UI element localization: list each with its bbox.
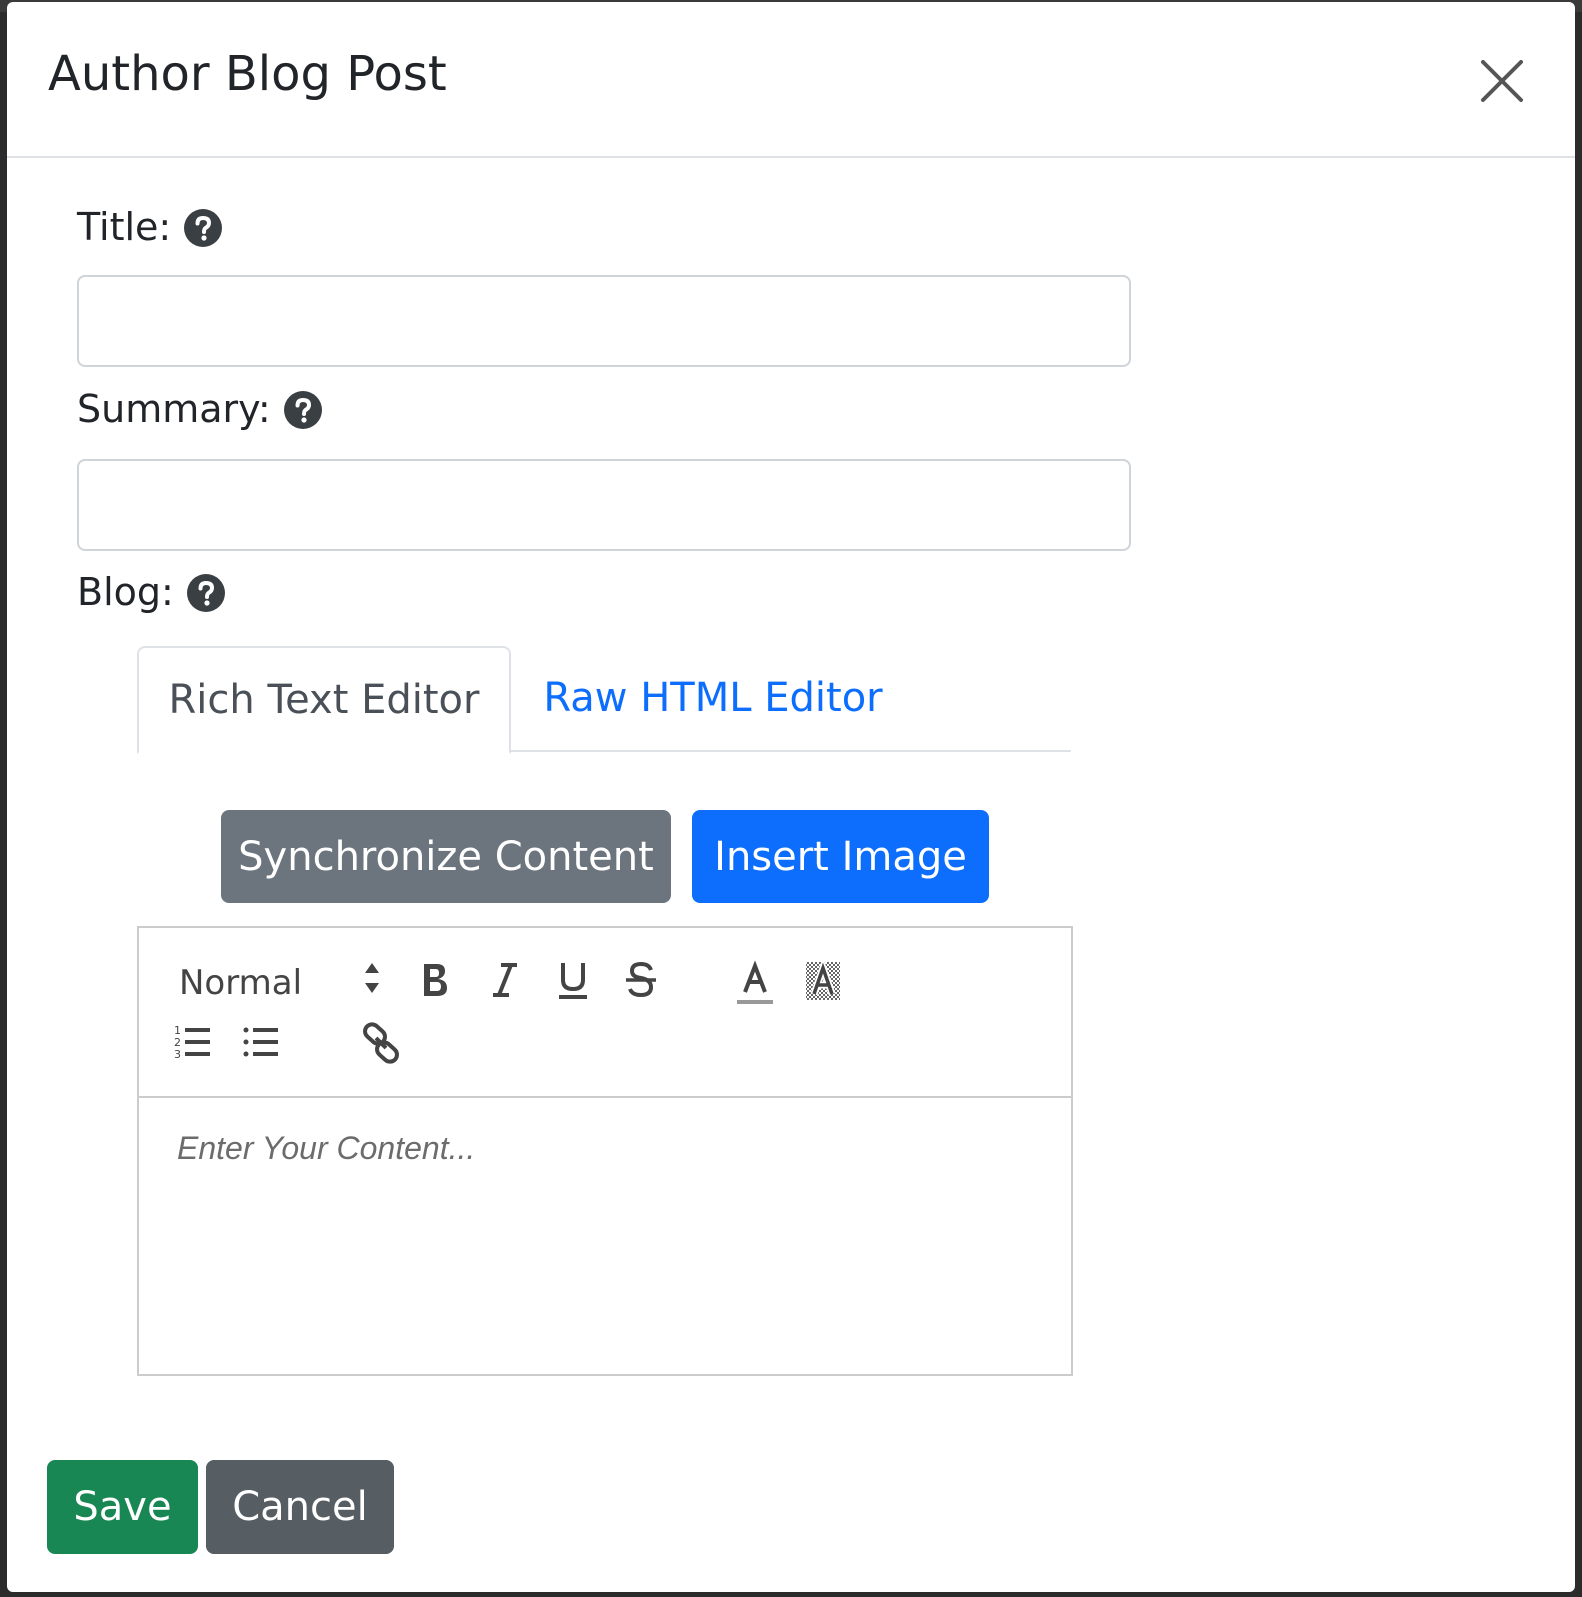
title-input[interactable] [77,275,1131,367]
blog-label: Blog: [77,570,226,616]
svg-text:3: 3 [174,1048,181,1061]
help-icon[interactable] [186,573,226,613]
ordered-list-icon[interactable]: 1 2 3 [173,1022,213,1062]
editor-content-area[interactable]: Enter Your Content... [139,1098,1071,1374]
summary-input[interactable] [77,459,1131,551]
italic-icon[interactable] [485,958,525,1002]
save-button[interactable]: Save [47,1460,198,1554]
format-select-value: Normal [179,963,303,1003]
tab-rich-text-editor[interactable]: Rich Text Editor [137,646,511,754]
editor-toolbar: Normal 1 2 3 [139,928,1071,1098]
editor-placeholder: Enter Your Content... [177,1130,476,1166]
modal-title: Author Blog Post [48,46,447,102]
bold-icon[interactable] [415,958,455,1002]
rich-text-editor: Normal 1 2 3 Enter Your Content... [137,926,1073,1376]
strikethrough-icon[interactable] [621,958,661,1002]
bullet-list-icon[interactable] [241,1022,281,1062]
cancel-button[interactable]: Cancel [206,1460,394,1554]
insert-image-button[interactable]: Insert Image [692,810,989,903]
link-icon[interactable] [361,1022,401,1064]
select-arrows-icon [365,963,379,993]
close-icon [1481,60,1523,102]
synchronize-content-button[interactable]: Synchronize Content [221,810,671,903]
editor-tabs: Rich Text Editor Raw HTML Editor [137,646,1071,754]
background-color-icon[interactable] [803,958,843,1008]
author-blog-post-modal: Author Blog Post Title: Summary: Blog: R… [7,2,1575,1592]
blog-label-text: Blog: [77,570,174,614]
underline-icon[interactable] [553,958,593,1002]
summary-label-text: Summary: [77,387,271,431]
help-icon[interactable] [183,208,223,248]
title-label: Title: [77,205,223,251]
title-label-text: Title: [77,205,172,249]
tab-raw-html-editor[interactable]: Raw HTML Editor [511,646,915,752]
help-icon[interactable] [283,390,323,430]
summary-label: Summary: [77,387,323,433]
modal-header: Author Blog Post [7,2,1575,158]
text-color-icon[interactable] [735,958,775,1008]
close-button[interactable] [1477,56,1527,106]
